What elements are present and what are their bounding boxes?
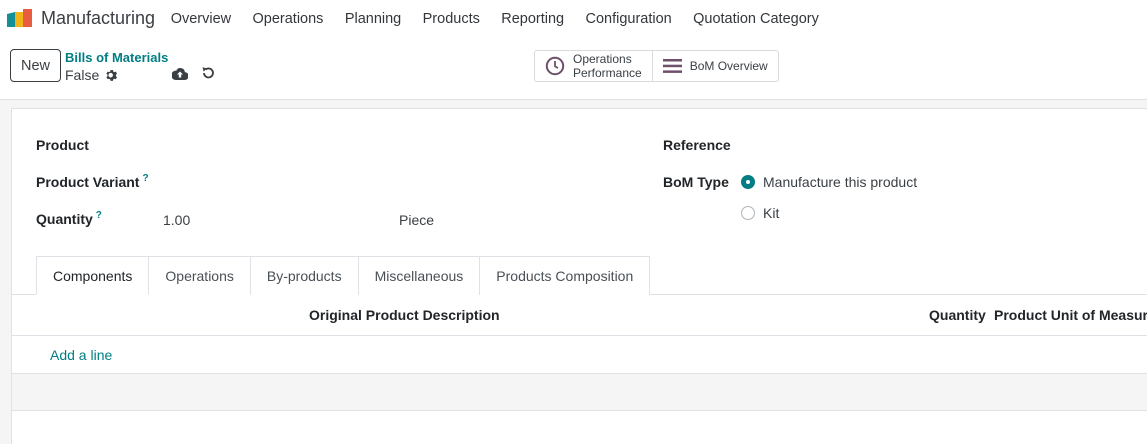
operations-performance-button[interactable]: Operations Performance: [535, 51, 652, 81]
discard-icon[interactable]: [201, 66, 215, 80]
main-menu: Overview Operations Planning Products Re…: [160, 0, 830, 38]
components-table-header: Original Product Description Quantity Pr…: [12, 295, 1147, 336]
record-name: False: [65, 67, 100, 83]
bom-type-manufacture-radio[interactable]: Manufacture this product: [741, 174, 917, 190]
product-variant-text: Product Variant: [36, 174, 140, 190]
menu-configuration[interactable]: Configuration: [575, 11, 683, 27]
menu-reporting[interactable]: Reporting: [491, 11, 575, 27]
bom-overview-button[interactable]: BoM Overview: [651, 51, 778, 81]
record-title: False: [65, 67, 118, 83]
add-a-line-link[interactable]: Add a line: [50, 347, 112, 363]
bars-icon: [662, 59, 682, 73]
top-navbar: Manufacturing Overview Operations Planni…: [0, 0, 1147, 38]
bom-type-label: BoM Type: [663, 174, 729, 190]
smart-buttons: Operations Performance BoM Overview: [534, 50, 779, 82]
tab-operations[interactable]: Operations: [148, 256, 251, 295]
new-button[interactable]: New: [10, 49, 61, 82]
form-sheet: Product Product Variant? Quantity? 1.00 …: [11, 108, 1147, 444]
bom-type-kit-radio[interactable]: Kit: [741, 205, 779, 221]
bom-type-kit-label: Kit: [763, 205, 780, 221]
menu-quotation-category[interactable]: Quotation Category: [682, 11, 829, 27]
operations-performance-label: Operations Performance: [573, 52, 642, 80]
gear-icon[interactable]: [105, 69, 118, 82]
bom-type-manufacture-label: Manufacture this product: [763, 174, 918, 190]
empty-row: [12, 374, 1147, 411]
quantity-text: Quantity: [36, 211, 93, 227]
bom-overview-label: BoM Overview: [689, 59, 768, 73]
menu-operations[interactable]: Operations: [242, 11, 334, 27]
radio-unchecked-icon[interactable]: [741, 206, 755, 220]
quantity-input[interactable]: 1.00: [163, 212, 190, 228]
menu-overview[interactable]: Overview: [160, 11, 242, 27]
column-product-unit-of-measure[interactable]: Product Unit of Measure: [994, 307, 1147, 323]
menu-planning[interactable]: Planning: [334, 11, 412, 27]
reference-label: Reference: [663, 137, 731, 153]
product-variant-help[interactable]: ?: [142, 173, 148, 184]
tab-miscellaneous[interactable]: Miscellaneous: [357, 256, 481, 295]
quantity-label: Quantity?: [36, 210, 102, 227]
uom-field[interactable]: Piece: [399, 212, 434, 228]
product-label: Product: [36, 137, 89, 153]
column-quantity[interactable]: Quantity: [929, 307, 986, 323]
tab-products-composition[interactable]: Products Composition: [479, 256, 651, 295]
radio-checked-icon[interactable]: [741, 175, 755, 189]
app-name[interactable]: Manufacturing: [41, 8, 155, 29]
breadcrumb-bills-of-materials[interactable]: Bills of Materials: [65, 50, 168, 65]
manufacturing-app-icon[interactable]: [7, 9, 33, 27]
quantity-help[interactable]: ?: [96, 210, 102, 221]
menu-products[interactable]: Products: [412, 11, 491, 27]
product-variant-label: Product Variant?: [36, 173, 149, 190]
control-panel: New Bills of Materials False Operations …: [0, 38, 1147, 100]
tab-by-products[interactable]: By-products: [249, 256, 359, 295]
clock-icon: [545, 56, 565, 76]
operations-label-line1: Operations: [573, 52, 632, 66]
tab-components[interactable]: Components: [36, 256, 150, 295]
column-original-product-description[interactable]: Original Product Description: [309, 307, 500, 323]
notebook-tabs: Components Operations By-products Miscel…: [36, 256, 651, 295]
cloud-upload-icon[interactable]: [172, 67, 188, 80]
operations-label-line2: Performance: [573, 66, 642, 80]
